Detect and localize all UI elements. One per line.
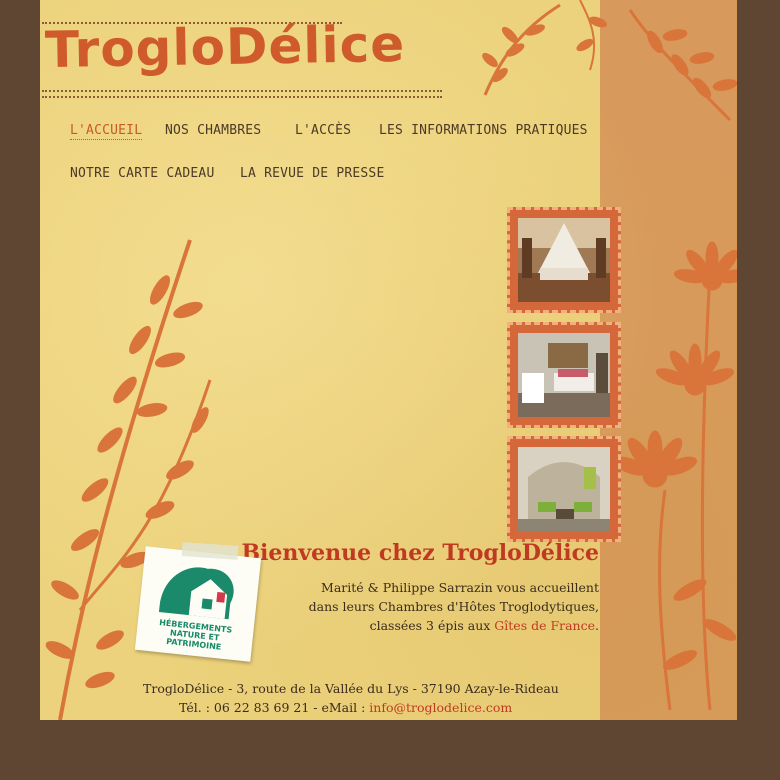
bedroom-twin-photo [518, 333, 610, 417]
bedroom-canopy-photo [518, 218, 610, 302]
welcome-line-1: Marité & Philippe Sarrazin vous accueill… [321, 580, 599, 595]
logo-underline [42, 90, 442, 98]
nav-item-revue-presse[interactable]: La revue de presse [240, 166, 384, 181]
welcome-line-3-prefix: classées 3 épis aux [369, 618, 495, 633]
house-tree-logo-icon [158, 567, 234, 620]
photo-thumbnail-3[interactable] [507, 436, 621, 542]
footer-email-link[interactable]: info@troglodelice.com [369, 700, 512, 715]
welcome-title: Bienvenue chez TrogloDélice [241, 540, 599, 566]
photo-thumbnail-2[interactable] [507, 322, 621, 428]
photo-thumbnail-1[interactable] [507, 207, 621, 313]
footer-phone: Tél. : 06 22 83 69 21 - eMail : [179, 700, 370, 715]
troglodyte-lounge-photo [518, 447, 610, 531]
nav-item-informations[interactable]: Les informations pratiques [379, 123, 588, 138]
gites-de-france-link[interactable]: Gîtes de France [494, 618, 595, 633]
footer-contact: Tél. : 06 22 83 69 21 - eMail : info@tro… [179, 700, 512, 715]
nav-item-acces[interactable]: L'accès [295, 123, 351, 138]
welcome-line-3: classées 3 épis aux Gîtes de France. [370, 618, 599, 633]
nav-item-accueil[interactable]: L'accueil [70, 123, 143, 140]
page: TrogloDélice L'accueil Nos chambres L'ac… [40, 0, 737, 720]
site-logo[interactable]: TrogloDélice [45, 15, 406, 79]
welcome-line-3-suffix: . [595, 618, 599, 633]
footer-address: TrogloDélice - 3, route de la Vallée du … [143, 681, 559, 696]
nav-item-chambres[interactable]: Nos chambres [165, 123, 261, 138]
nav-item-carte-cadeau[interactable]: Notre carte cadeau [70, 166, 214, 181]
hebergements-nature-badge[interactable]: Hébergements Nature et Patrimoine [134, 546, 262, 662]
leaf-decoration-top-icon [482, 0, 737, 122]
welcome-line-2: dans leurs Chambres d'Hôtes Troglodytiqu… [308, 599, 599, 614]
